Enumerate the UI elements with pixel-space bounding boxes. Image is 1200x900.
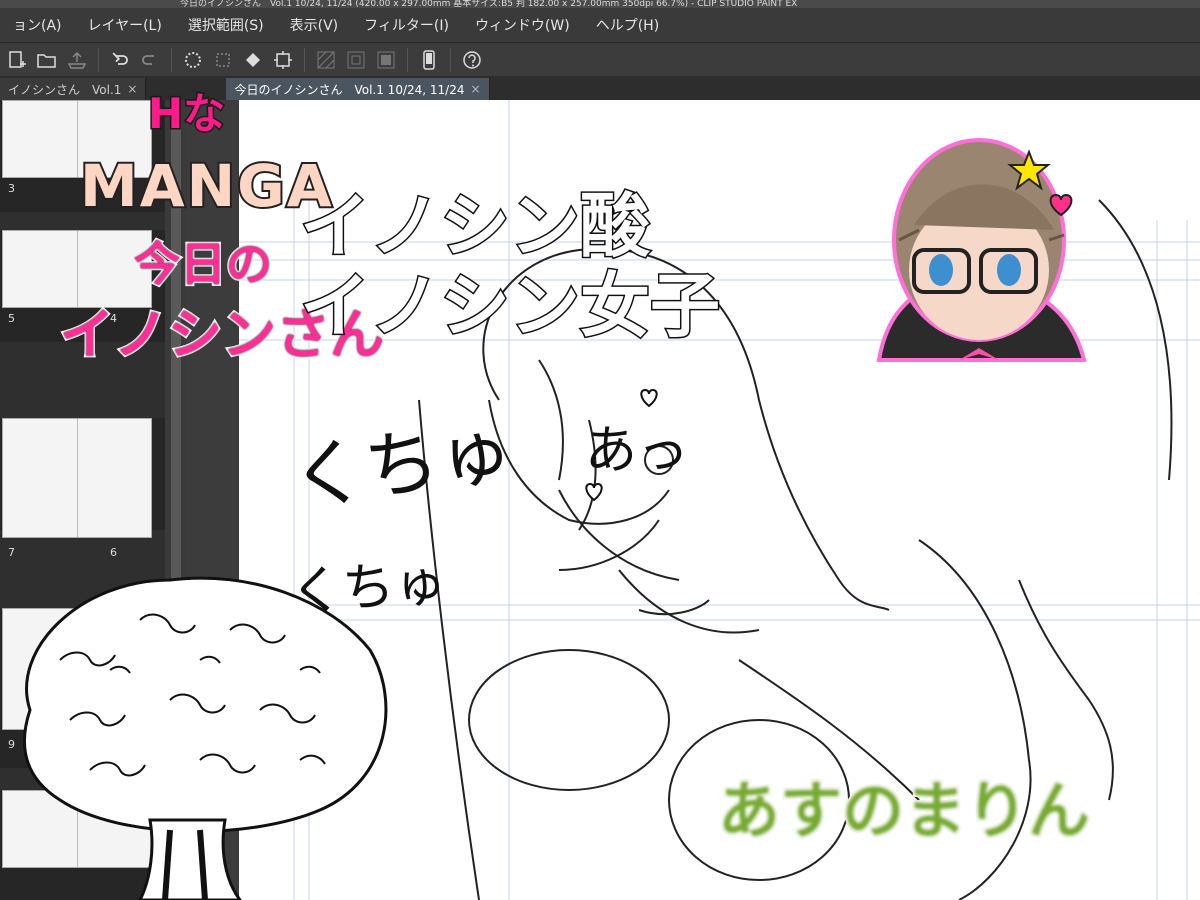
transform-icon[interactable] (210, 48, 236, 72)
toolbar-separator (407, 47, 408, 72)
tab-label: イノシンさん Vol.1 (8, 82, 122, 97)
title-h-na: Hな (146, 88, 226, 140)
author-name: あすのまりん (716, 760, 1092, 850)
grid-icon[interactable] (343, 48, 369, 72)
toolbar-separator (98, 47, 99, 72)
grid-icon[interactable] (373, 48, 399, 72)
title-kyou-no: 今日の (132, 235, 274, 293)
loading-icon[interactable] (180, 48, 206, 72)
open-folder-icon[interactable] (34, 48, 60, 72)
menu-view[interactable]: 表示(V) (277, 15, 352, 35)
page-thumbnail-row[interactable]: 7 6 (0, 418, 165, 559)
menu-layer[interactable]: レイヤー(L) (75, 15, 175, 35)
title-manga: MANGA (78, 150, 334, 222)
upload-icon[interactable] (64, 48, 90, 72)
tab-document-1[interactable]: イノシンさん Vol.1 × (0, 78, 147, 100)
menu-filter[interactable]: フィルター(I) (351, 15, 462, 35)
smartphone-icon[interactable] (416, 48, 442, 72)
help-icon[interactable] (459, 48, 485, 72)
grid-icon[interactable] (313, 48, 339, 72)
tab-document-2[interactable]: 今日のイノシンさん Vol.1 10/24, 11/24 × (226, 78, 490, 100)
character-icon (876, 138, 1087, 362)
window-title: 今日のイノシンさん Vol.1 10/24, 11/24 (420.00 x 2… (0, 0, 1200, 8)
toolbar-separator (171, 47, 172, 72)
undo-icon[interactable] (107, 48, 133, 72)
heart-icon (640, 388, 658, 408)
menu-help[interactable]: ヘルプ(H) (583, 15, 672, 35)
fill-icon[interactable] (240, 48, 266, 72)
caption-inoshin-girl: イノシン女子 (299, 264, 722, 349)
heart-icon (585, 482, 603, 502)
toolbar-separator (450, 47, 451, 72)
tab-label: 今日のイノシンさん Vol.1 10/24, 11/24 (234, 82, 465, 97)
menu-bar: ョン(A) レイヤー(L) 選択範囲(S) 表示(V) フィルター(I) ウィン… (0, 8, 1200, 42)
page-number: 7 (8, 546, 15, 559)
page-number: 5 (8, 312, 15, 325)
new-file-icon[interactable] (4, 48, 30, 72)
page-thumbnail[interactable] (2, 418, 152, 538)
close-icon[interactable]: × (470, 82, 480, 96)
command-bar (0, 42, 1200, 76)
sound-effect-kucha: くちゅ (288, 552, 449, 624)
page-number: 6 (110, 546, 117, 559)
menu-animation[interactable]: ョン(A) (0, 15, 75, 35)
page-number: 3 (8, 182, 15, 195)
toolbar-separator (304, 47, 305, 72)
sound-effect-ah: あっ (585, 421, 690, 481)
redo-icon[interactable] (137, 48, 163, 72)
close-icon[interactable]: × (127, 82, 137, 96)
menu-selection[interactable]: 選択範囲(S) (175, 15, 277, 35)
author-name-text: あすのまりん (716, 772, 1092, 849)
menu-window[interactable]: ウィンドウ(W) (462, 15, 583, 35)
crop-icon[interactable] (270, 48, 296, 72)
